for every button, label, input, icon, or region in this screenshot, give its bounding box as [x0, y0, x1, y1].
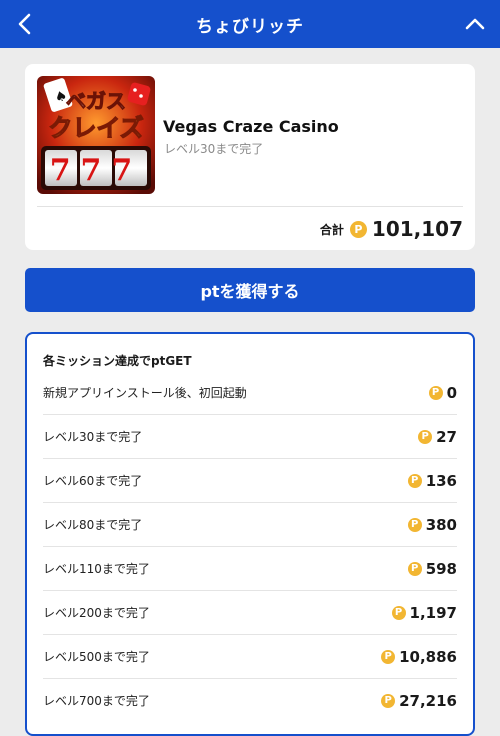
point-coin-icon: P	[407, 561, 422, 576]
point-coin-icon: P	[381, 693, 396, 708]
mission-points: P 136	[407, 471, 457, 490]
chevron-up-icon[interactable]	[462, 11, 488, 37]
get-points-button[interactable]: ptを獲得する	[25, 268, 475, 312]
top-bar: ちょびリッチ	[0, 0, 500, 48]
mission-points-value: 27	[436, 427, 457, 446]
mission-row: レベル110まで完了 P 598	[43, 547, 457, 591]
point-coin-icon: P	[381, 649, 396, 664]
mission-points: P 1,197	[391, 603, 457, 622]
app-status: レベル30まで完了	[164, 142, 264, 156]
point-coin-icon: P	[391, 605, 406, 620]
mission-row: レベル60まで完了 P 136	[43, 459, 457, 503]
divider	[37, 206, 463, 207]
mission-row: レベル700まで完了 P 27,216	[43, 679, 457, 722]
app-icon: ♠ ベガス クレイズ 777	[37, 76, 155, 194]
app-name[interactable]: Vegas Craze Casino	[163, 117, 339, 136]
total-label: 合計	[319, 222, 344, 237]
mission-points: P 10,886	[381, 648, 457, 666]
mission-points-value: 27,216	[399, 691, 457, 710]
mission-label: レベル30まで完了	[43, 430, 143, 444]
mission-row: 新規アプリインストール後、初回起動 P 0	[43, 371, 457, 415]
mission-card: 各ミッション達成でptGET 新規アプリインストール後、初回起動 P 0 レベル30ま…	[25, 332, 475, 736]
mission-row: レベル30まで完了 P 27	[43, 415, 457, 459]
mission-points-value: 598	[425, 559, 457, 578]
app-icon-text-mid: クレイズ	[48, 114, 143, 142]
chevron-left-icon[interactable]	[14, 11, 36, 37]
mission-heading: 各ミッション達成でptGET	[43, 354, 192, 368]
mission-label: レベル500まで完了	[43, 650, 150, 664]
point-coin-icon: P	[407, 517, 422, 532]
mission-label: 新規アプリインストール後、初回起動	[43, 386, 247, 400]
app-icon-digits: 777	[50, 153, 143, 188]
page-title: ちょびリッチ	[196, 16, 304, 37]
point-coin-icon: P	[418, 429, 433, 444]
mission-points: P 380	[407, 515, 457, 534]
mission-row: レベル200まで完了 P 1,197	[43, 591, 457, 635]
mission-points: P 27,216	[381, 692, 457, 710]
mission-points-value: 10,886	[399, 647, 457, 666]
mission-list: 新規アプリインストール後、初回起動 P 0 レベル30まで完了 P 27 レベル60まで完了…	[43, 371, 457, 722]
mission-label: レベル700まで完了	[43, 694, 150, 708]
app-card: ♠ ベガス クレイズ 777 Vegas Craze Casino レベル30ま…	[25, 64, 475, 250]
total-value: 101,107	[371, 217, 463, 241]
point-coin-icon: P	[349, 220, 367, 238]
mission-row: レベル500まで完了 P 10,886	[43, 635, 457, 679]
mission-points-value: 0	[446, 383, 457, 402]
mission-label: レベル80まで完了	[43, 518, 143, 532]
mission-label: レベル110まで完了	[43, 562, 150, 576]
point-coin-icon: P	[428, 385, 443, 400]
mission-points: P 27	[418, 428, 457, 446]
app-icon-text-top: ベガス	[66, 89, 126, 113]
mission-row: レベル80まで完了 P 380	[43, 503, 457, 547]
mission-points-value: 1,197	[409, 603, 457, 622]
mission-label: レベル200まで完了	[43, 606, 150, 620]
mission-label: レベル60まで完了	[43, 474, 143, 488]
mission-points-value: 136	[425, 471, 457, 490]
mission-points: P0	[428, 383, 457, 402]
mission-points: P 598	[407, 559, 457, 578]
total-points: 合計 P 101,107	[320, 214, 463, 244]
mission-points-value: 380	[425, 515, 457, 534]
point-coin-icon: P	[407, 473, 422, 488]
